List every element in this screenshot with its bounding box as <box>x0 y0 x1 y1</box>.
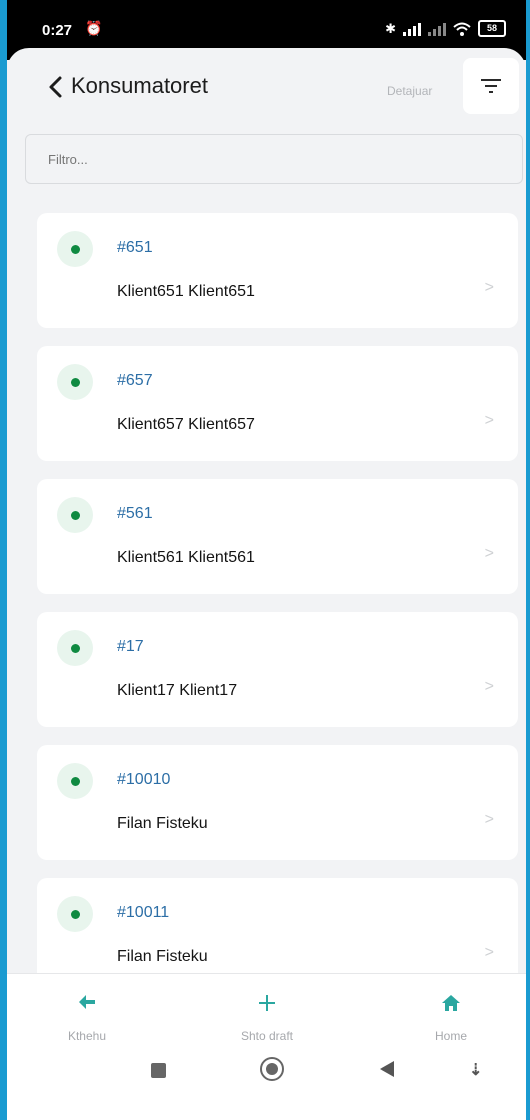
nav-back-label: Kthehu <box>67 1029 107 1043</box>
customer-card[interactable]: #657 Klient657 Klient657 > <box>37 346 518 461</box>
customer-name: Klient17 Klient17 <box>117 682 238 699</box>
customer-card[interactable]: #17 Klient17 Klient17 > <box>37 612 518 727</box>
status-dot <box>70 377 80 387</box>
status-dot <box>70 776 80 786</box>
bluetooth-icon: ✱ <box>385 20 396 36</box>
customer-name: Filan Fisteku <box>117 948 208 965</box>
details-link[interactable]: Detajuar <box>387 84 432 98</box>
app-body: Konsumatoret Detajuar #651 Klient651 Kli… <box>7 48 526 1120</box>
home-icon <box>391 994 511 1016</box>
customer-id: #10011 <box>117 904 170 921</box>
signal-secondary-icon <box>428 22 446 36</box>
customer-card[interactable]: #651 Klient651 Klient651 > <box>37 213 518 328</box>
wifi-icon <box>453 22 471 36</box>
search-input[interactable] <box>25 134 523 184</box>
customer-card[interactable]: #10010 Filan Fisteku > <box>37 745 518 860</box>
phone-frame: 0:27 ⏰ ✱ 58 Konsumatoret Detajuar Filtro… <box>7 0 526 1120</box>
customer-name: Filan Fisteku <box>117 815 208 832</box>
customer-name: Klient561 Klient561 <box>117 549 255 566</box>
customer-id: #657 <box>117 372 153 389</box>
chevron-right-icon: > <box>484 811 494 828</box>
nav-add-draft-button[interactable]: Shto draft <box>207 974 327 1049</box>
alarm-off-icon: ⏰ <box>85 20 103 36</box>
arrow-left-icon <box>27 994 147 1016</box>
bottom-nav: Kthehu Shto draft Home <box>7 973 526 1049</box>
nav-back-button[interactable]: Kthehu <box>27 974 147 1049</box>
customer-name: Klient657 Klient657 <box>117 416 255 433</box>
status-indicator <box>57 231 93 267</box>
customer-id: #651 <box>117 239 153 256</box>
customer-card[interactable]: #561 Klient561 Klient561 > <box>37 479 518 594</box>
page-title: Konsumatoret <box>71 73 208 98</box>
customer-id: #17 <box>117 638 144 655</box>
status-indicator <box>57 364 93 400</box>
filter-button[interactable] <box>463 58 519 114</box>
customer-id: #10010 <box>117 771 171 788</box>
nav-add-draft-label: Shto draft <box>240 1029 294 1043</box>
status-icons: ✱ 58 <box>385 20 506 37</box>
chevron-right-icon: > <box>484 279 494 296</box>
status-dot <box>70 244 80 254</box>
status-indicator <box>57 896 93 932</box>
chevron-right-icon: > <box>484 944 494 961</box>
battery-icon: 58 <box>478 20 506 37</box>
status-time: 0:27 <box>42 22 73 39</box>
status-indicator <box>57 630 93 666</box>
plus-icon <box>207 994 327 1016</box>
home-circle-icon[interactable] <box>259 1056 285 1082</box>
status-dot <box>70 510 80 520</box>
back-button[interactable] <box>45 74 67 100</box>
nav-home-button[interactable]: Home <box>391 974 511 1049</box>
status-indicator <box>57 497 93 533</box>
chevron-right-icon: > <box>484 412 494 429</box>
triangle-back-icon[interactable] <box>379 1060 395 1083</box>
customer-id: #561 <box>117 505 153 522</box>
header: Konsumatoret Detajuar <box>7 48 526 128</box>
chevron-right-icon: > <box>484 545 494 562</box>
system-nav-bar: ⇣ <box>7 1048 526 1120</box>
recent-apps-icon[interactable] <box>151 1063 166 1078</box>
more-options-icon[interactable]: ⇣ <box>469 1060 482 1080</box>
chevron-left-icon <box>49 76 62 98</box>
chevron-right-icon: > <box>484 678 494 695</box>
nav-home-label: Home <box>434 1029 467 1043</box>
signal-icon <box>403 22 421 36</box>
status-dot <box>70 643 80 653</box>
customer-name: Klient651 Klient651 <box>117 283 255 300</box>
status-dot <box>70 909 80 919</box>
filter-lines-icon <box>481 79 501 93</box>
status-indicator <box>57 763 93 799</box>
